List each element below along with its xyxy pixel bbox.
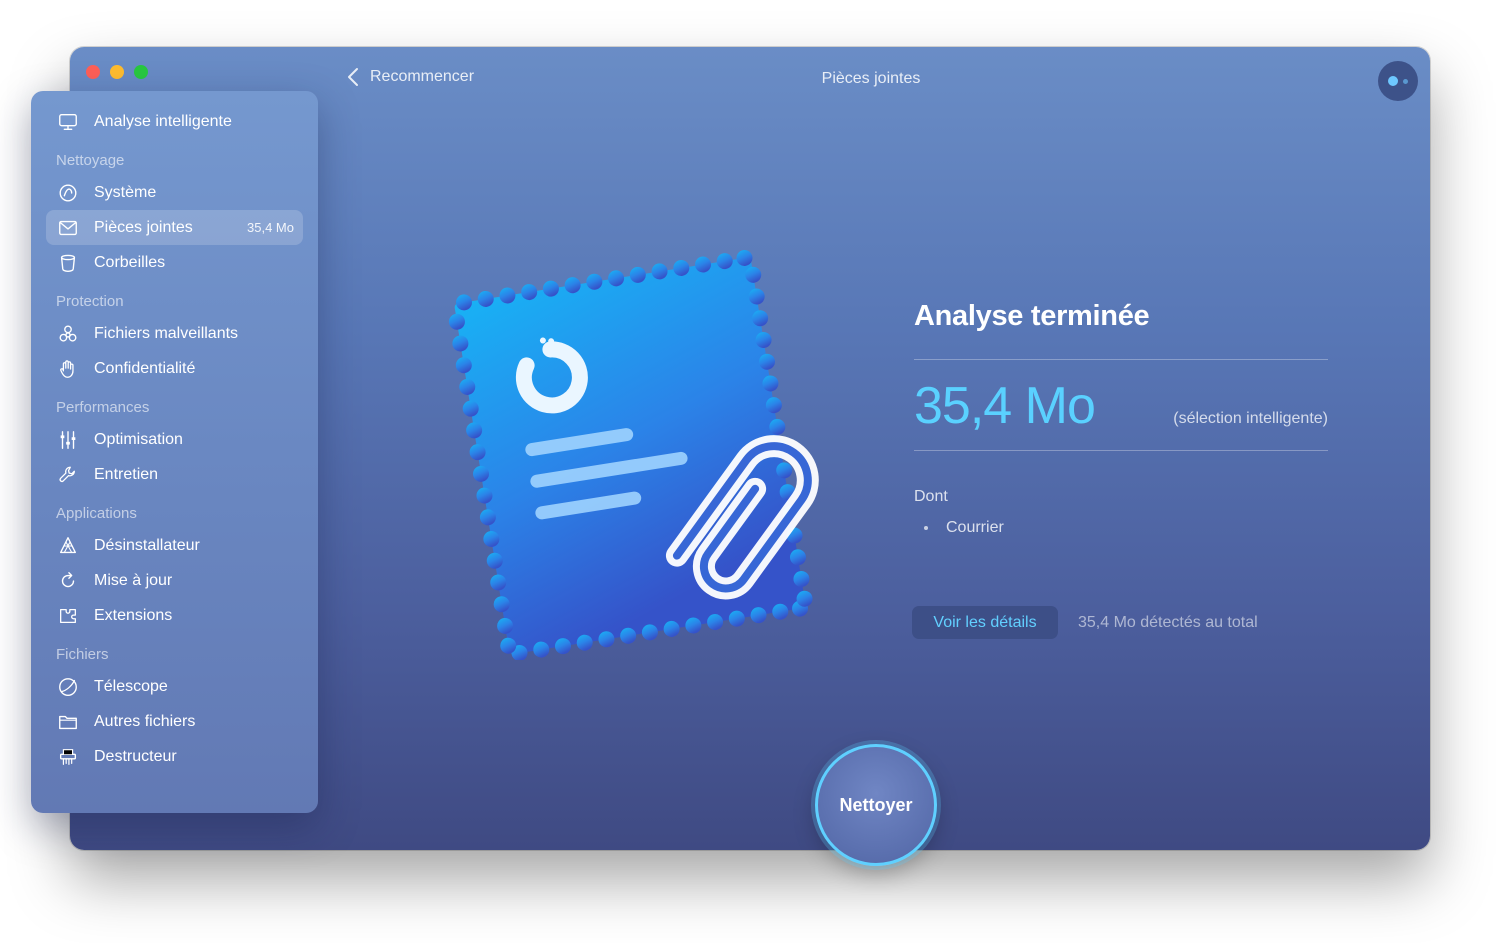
sidebar-item-privacy[interactable]: Confidentialité [46, 351, 303, 386]
divider [914, 359, 1328, 360]
sidebar-item-label: Analyse intelligente [94, 112, 232, 130]
sidebar-item-malware[interactable]: Fichiers malveillants [46, 316, 303, 351]
assistant-button[interactable] [1378, 61, 1418, 101]
folder-icon [56, 710, 80, 734]
update-icon [56, 569, 80, 593]
sidebar-item-label: Corbeilles [94, 253, 166, 271]
sidebar-item-extensions[interactable]: Extensions [46, 598, 303, 633]
sidebar-item-other-files[interactable]: Autres fichiers [46, 704, 303, 739]
sidebar-item-label: Extensions [94, 606, 173, 624]
minimize-window-button[interactable] [110, 65, 124, 79]
sliders-icon [56, 428, 80, 452]
sidebar-item-uninstaller[interactable]: Désinstallateur [46, 528, 303, 563]
sidebar-section-applications: Applications [56, 505, 137, 522]
hand-icon [56, 357, 80, 381]
sidebar-section-performance: Performances [56, 399, 150, 416]
monitor-icon [56, 110, 80, 134]
extensions-icon [56, 604, 80, 628]
back-button[interactable]: Recommencer [346, 67, 474, 87]
back-button-label: Recommencer [370, 68, 475, 85]
sidebar-item-updater[interactable]: Mise à jour [46, 563, 303, 598]
close-window-button[interactable] [86, 65, 100, 79]
sidebar-item-label: Télescope [94, 677, 168, 695]
breakdown-item-label: Courrier [946, 519, 1004, 536]
assistant-dot-small-icon [1403, 78, 1408, 84]
sidebar-item-space-lens[interactable]: Télescope [46, 669, 303, 704]
sidebar-item-shredder[interactable]: Destructeur [46, 739, 303, 774]
sidebar-item-label: Autres fichiers [94, 712, 196, 730]
shredder-icon [56, 745, 80, 769]
sidebar-item-smart-scan[interactable]: Analyse intelligente [46, 104, 303, 139]
assistant-dot-icon [1388, 76, 1398, 86]
sidebar-item-system[interactable]: Système [46, 175, 303, 210]
clean-button[interactable]: Nettoyer [815, 744, 937, 866]
sidebar-item-label: Système [94, 183, 157, 201]
sidebar-section-files: Fichiers [56, 646, 109, 663]
sidebar-item-label: Entretien [94, 465, 159, 483]
sidebar-section-protection: Protection [56, 293, 124, 310]
sidebar-item-label: Désinstallateur [94, 536, 200, 554]
sidebar-item-label: Fichiers malveillants [94, 324, 239, 342]
found-size: 35,4 Mo [914, 377, 1096, 435]
sidebar-item-optimization[interactable]: Optimisation [46, 422, 303, 457]
result-title: Analyse terminée [914, 300, 1150, 332]
sidebar-item-label: Destructeur [94, 747, 177, 765]
attachment-stamp-illustration [448, 249, 819, 660]
window-controls [86, 65, 148, 79]
sidebar-item-mail-attachments[interactable]: Pièces jointes 35,4 Mo [46, 210, 303, 245]
size-badge: 35,4 Mo [247, 220, 294, 235]
wrench-icon [56, 463, 80, 487]
sidebar-item-label: Confidentialité [94, 359, 196, 377]
breakdown-label: Dont [914, 488, 948, 505]
breakdown-item: Courrier [914, 519, 1328, 537]
sidebar-item-label: Optimisation [94, 430, 183, 448]
system-icon [56, 181, 80, 205]
uninstaller-icon [56, 534, 80, 558]
sidebar-item-label: Pièces jointes [94, 218, 193, 236]
sidebar: Analyse intelligente Nettoyage Système P… [31, 91, 318, 813]
sidebar-section-cleanup: Nettoyage [56, 152, 125, 169]
scan-result-panel: Analyse terminée 35,4 Mo (sélection inte… [914, 300, 1328, 537]
mail-icon [56, 216, 80, 240]
bullet-icon [924, 526, 928, 530]
divider [914, 450, 1328, 451]
biohazard-icon [56, 322, 80, 346]
result-size-row: 35,4 Mo (sélection intelligente) [914, 380, 1328, 432]
chevron-left-icon [348, 68, 358, 86]
window-title: Pièces jointes [821, 70, 921, 87]
view-details-button[interactable]: Voir les détails [912, 606, 1058, 639]
maximize-window-button[interactable] [134, 65, 148, 79]
sidebar-item-label: Mise à jour [94, 571, 173, 589]
sidebar-item-maintenance[interactable]: Entretien [46, 457, 303, 492]
total-detected-note: 35,4 Mo détectés au total [1078, 614, 1258, 631]
sidebar-item-trash-bins[interactable]: Corbeilles [46, 245, 303, 280]
lens-icon [56, 675, 80, 699]
trash-icon [56, 251, 80, 275]
selection-note: (sélection intelligente) [1173, 410, 1328, 427]
